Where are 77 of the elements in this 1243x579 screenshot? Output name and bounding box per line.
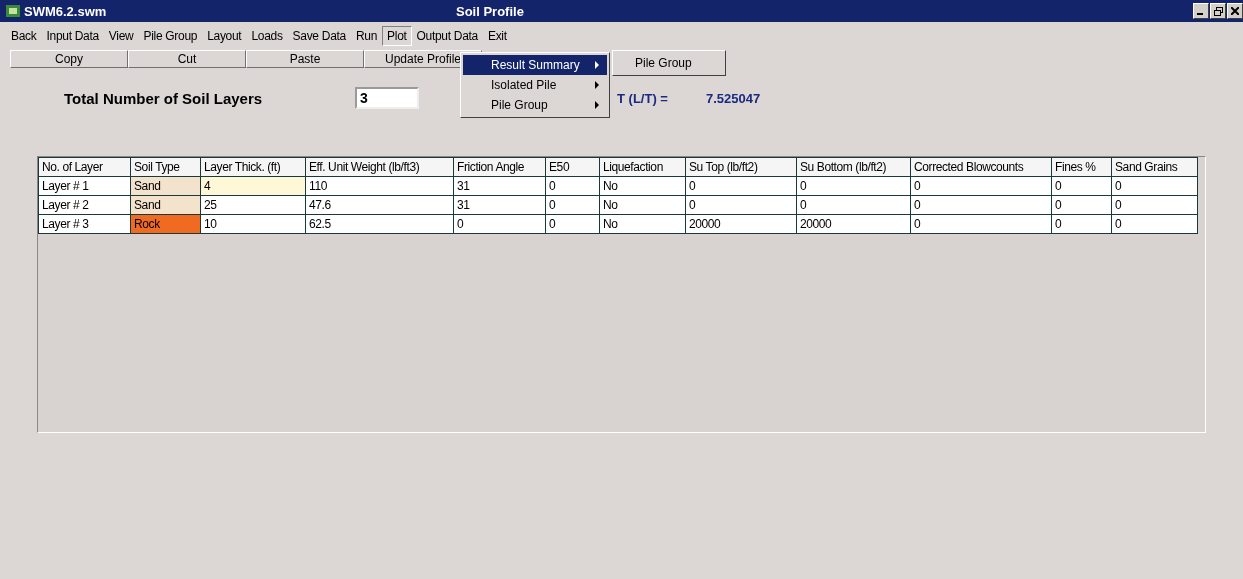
table-cell: 0: [910, 195, 1052, 215]
table-cell: 31: [453, 176, 546, 196]
menu-item[interactable]: Plot: [382, 26, 412, 46]
column-header: Su Bottom (lb/ft2): [796, 157, 911, 177]
table-cell: 0: [1111, 214, 1198, 234]
menu-item[interactable]: Input Data: [41, 26, 104, 46]
menu-item[interactable]: Pile Group: [615, 53, 723, 73]
table-cell: 0: [1111, 195, 1198, 215]
table-cell: 47.6: [305, 195, 454, 215]
menu-item[interactable]: View: [103, 26, 139, 46]
column-header: Layer Thick. (ft): [200, 157, 306, 177]
table-cell: 0: [453, 214, 546, 234]
table-cell: 0: [1111, 176, 1198, 196]
column-header: Eff. Unit Weight (lb/ft3): [305, 157, 454, 177]
toolbar-button[interactable]: Paste: [246, 50, 364, 68]
table-cell: No: [599, 176, 686, 196]
restore-button[interactable]: [1210, 3, 1226, 19]
row-header: Layer # 1: [38, 176, 131, 196]
window-title: Soil Profile: [455, 3, 525, 19]
toolbar-button[interactable]: Copy: [10, 50, 128, 68]
app-icon: [6, 5, 20, 17]
menu-item[interactable]: Isolated Pile: [463, 75, 607, 95]
ratio-value: 7.525047: [705, 90, 761, 106]
menu-item[interactable]: Pile Group: [463, 95, 607, 115]
table-cell: 110: [305, 176, 454, 196]
layers-label: Total Number of Soil Layers: [64, 89, 264, 107]
column-header: Friction Angle: [453, 157, 546, 177]
column-header: Sand Grains: [1111, 157, 1198, 177]
menu-item[interactable]: Loads: [246, 26, 288, 46]
table-cell: No: [599, 195, 686, 215]
table-cell: 20000: [685, 214, 797, 234]
app-title: SWM6.2.swm: [24, 3, 107, 19]
column-header: Soil Type: [130, 157, 201, 177]
menu-item[interactable]: Run: [350, 26, 383, 46]
menu-item[interactable]: Pile Group: [138, 26, 203, 46]
menu-item[interactable]: Save Data: [287, 26, 351, 46]
menu-item[interactable]: Output Data: [411, 26, 483, 46]
layers-field[interactable]: 3: [355, 87, 419, 109]
row-header: Layer # 3: [38, 214, 131, 234]
menu-item[interactable]: Back: [6, 26, 42, 46]
table-cell: 0: [910, 176, 1052, 196]
close-button[interactable]: [1227, 3, 1243, 19]
menu-item[interactable]: Result Summary: [463, 55, 607, 75]
table-cell: 20000: [796, 214, 911, 234]
column-header: Fines %: [1051, 157, 1112, 177]
table-cell: 0: [545, 214, 600, 234]
table-cell: 0: [1051, 214, 1112, 234]
table-cell: 0: [685, 195, 797, 215]
table-cell: 25: [200, 195, 306, 215]
restore-icon: [1213, 6, 1223, 16]
menu-item[interactable]: Layout: [202, 26, 247, 46]
table-cell: 0: [1051, 195, 1112, 215]
column-header: Su Top (lb/ft2): [685, 157, 797, 177]
table-cell: 0: [545, 195, 600, 215]
row-header: Layer # 2: [38, 195, 131, 215]
close-icon: [1231, 7, 1239, 15]
column-header: No. of Layer: [38, 157, 131, 177]
menu-item-label: Pile Group: [491, 98, 548, 112]
table-cell: 0: [910, 214, 1052, 234]
table-cell: 31: [453, 195, 546, 215]
table-cell: 0: [545, 176, 600, 196]
menu-item-label: Isolated Pile: [491, 78, 557, 92]
column-header: Corrected Blowcounts: [910, 157, 1052, 177]
column-header: Liquefaction: [599, 157, 686, 177]
toolbar-button[interactable]: Cut: [128, 50, 246, 68]
table-cell: 0: [1051, 176, 1112, 196]
menu-item[interactable]: Exit: [482, 26, 512, 46]
table-cell: 0: [796, 195, 911, 215]
menu-item-label: Result Summary: [491, 58, 580, 72]
table-cell: No: [599, 214, 686, 234]
table-cell: 0: [685, 176, 797, 196]
table-cell: 0: [796, 176, 911, 196]
column-header: E50: [545, 157, 600, 177]
minimize-button[interactable]: [1193, 3, 1209, 19]
ratio-label: T (L/T) =: [617, 90, 668, 106]
table-cell: 10: [200, 214, 306, 234]
table-cell: 62.5: [305, 214, 454, 234]
